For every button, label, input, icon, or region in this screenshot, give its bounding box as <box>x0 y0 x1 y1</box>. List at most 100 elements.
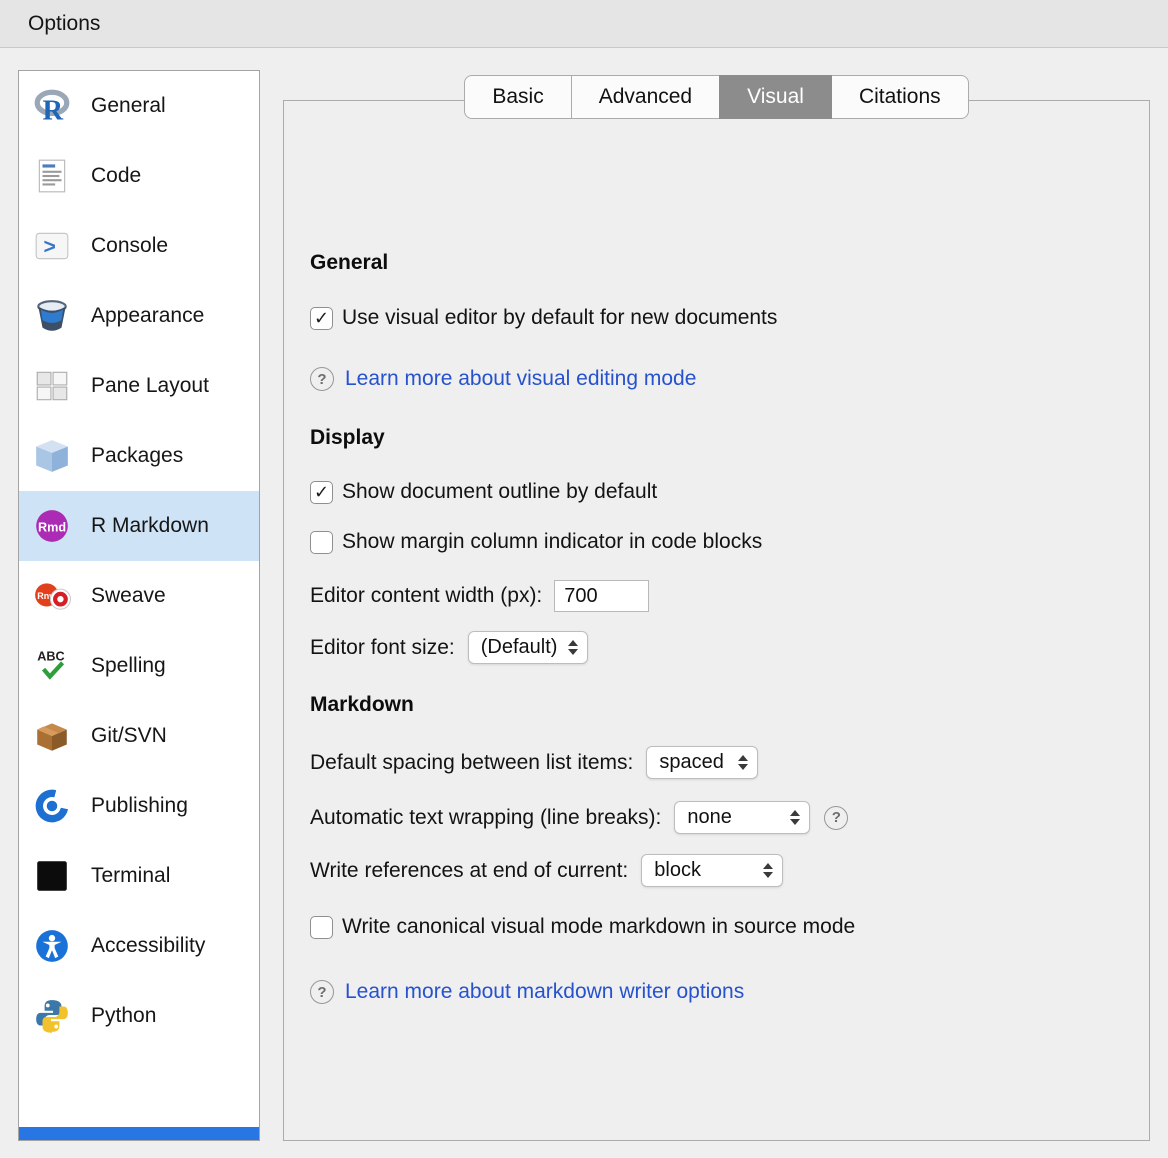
options-dialog: R General Code > Console Appearance <box>0 48 1168 1157</box>
svg-text:R: R <box>43 96 64 125</box>
sidebar-item-spelling[interactable]: ABC Spelling <box>19 631 259 701</box>
section-heading: Display <box>310 426 385 450</box>
sidebar-item-label: Terminal <box>91 864 170 888</box>
tab-citations[interactable]: Citations <box>831 75 969 119</box>
visual-editing-help-row: ? Learn more about visual editing mode <box>310 367 696 391</box>
list-spacing-row: Default spacing between list items: spac… <box>310 746 758 779</box>
sidebar-item-packages[interactable]: Packages <box>19 421 259 491</box>
sidebar-item-git-svn[interactable]: Git/SVN <box>19 701 259 771</box>
sidebar-item-label: Sweave <box>91 584 166 608</box>
sidebar-item-terminal[interactable]: Terminal <box>19 841 259 911</box>
sweave-icon: Rnw <box>32 576 72 616</box>
window-title: Options <box>28 12 100 36</box>
sidebar-item-pane-layout[interactable]: Pane Layout <box>19 351 259 421</box>
console-prompt-icon: > <box>32 226 72 266</box>
stepper-arrows-icon <box>763 863 773 878</box>
options-sidebar: R General Code > Console Appearance <box>18 70 260 1141</box>
sidebar-item-console[interactable]: > Console <box>19 211 259 281</box>
checkbox-label: Show margin column indicator in code blo… <box>342 530 762 554</box>
svg-text:ABC: ABC <box>37 650 64 664</box>
help-icon[interactable]: ? <box>824 806 848 830</box>
sidebar-bottom-highlight <box>19 1127 259 1140</box>
pane-grid-icon <box>32 366 72 406</box>
sidebar-item-label: R Markdown <box>91 514 209 538</box>
text-wrapping-select[interactable]: none <box>674 801 810 834</box>
selected-value: spaced <box>659 751 724 774</box>
accessibility-icon <box>32 926 72 966</box>
learn-visual-editing-link[interactable]: Learn more about visual editing mode <box>345 367 696 391</box>
learn-markdown-writer-link[interactable]: Learn more about markdown writer options <box>345 980 744 1004</box>
use-visual-editor-row: ✓ Use visual editor by default for new d… <box>310 306 777 330</box>
write-references-row: Write references at end of current: bloc… <box>310 854 783 887</box>
field-label: Write references at end of current: <box>310 859 628 883</box>
sidebar-item-r-markdown[interactable]: Rmd R Markdown <box>19 491 259 561</box>
question-glyph: ? <box>832 809 841 826</box>
editor-content-width-input[interactable] <box>554 580 649 612</box>
text-wrapping-row: Automatic text wrapping (line breaks): n… <box>310 801 848 834</box>
sidebar-item-accessibility[interactable]: Accessibility <box>19 911 259 981</box>
stepper-arrows-icon <box>790 810 800 825</box>
sidebar-item-python[interactable]: Python <box>19 981 259 1051</box>
stepper-arrows-icon <box>568 640 578 655</box>
general-section-heading-row: General <box>310 251 388 275</box>
checkbox-label: Use visual editor by default for new doc… <box>342 306 777 330</box>
editor-font-size-select[interactable]: (Default) <box>468 631 588 664</box>
sidebar-item-label: Code <box>91 164 141 188</box>
svg-text:Rmd: Rmd <box>38 520 66 534</box>
sidebar-item-code[interactable]: Code <box>19 141 259 211</box>
sidebar-item-label: Publishing <box>91 794 188 818</box>
checkbox-label: Show document outline by default <box>342 480 657 504</box>
question-glyph: ? <box>317 984 326 1001</box>
sidebar-item-label: Accessibility <box>91 934 205 958</box>
checkbox-label: Write canonical visual mode markdown in … <box>342 915 855 939</box>
help-icon[interactable]: ? <box>310 367 334 391</box>
sidebar-item-label: Packages <box>91 444 183 468</box>
sidebar-item-label: Appearance <box>91 304 204 328</box>
selected-value: (Default) <box>481 636 558 659</box>
display-section-heading-row: Display <box>310 426 385 450</box>
spellcheck-icon: ABC <box>32 646 72 686</box>
selected-value: block <box>654 859 701 882</box>
sidebar-item-label: Git/SVN <box>91 724 167 748</box>
terminal-icon <box>32 856 72 896</box>
editor-font-size-row: Editor font size: (Default) <box>310 631 588 664</box>
sidebar-item-label: Spelling <box>91 654 166 678</box>
field-label: Editor font size: <box>310 636 455 660</box>
tab-basic[interactable]: Basic <box>464 75 571 119</box>
check-icon: ✓ <box>314 309 329 327</box>
field-label: Editor content width (px): <box>310 584 542 608</box>
margin-indicator-checkbox[interactable]: ✓ <box>310 531 333 554</box>
sidebar-item-general[interactable]: R General <box>19 71 259 141</box>
paint-bucket-icon <box>32 296 72 336</box>
sidebar-item-sweave[interactable]: Rnw Sweave <box>19 561 259 631</box>
canonical-markdown-row: ✓ Write canonical visual mode markdown i… <box>310 915 855 939</box>
markdown-writer-help-row: ? Learn more about markdown writer optio… <box>310 980 744 1004</box>
help-icon[interactable]: ? <box>310 980 334 1004</box>
python-icon <box>32 996 72 1036</box>
sidebar-item-appearance[interactable]: Appearance <box>19 281 259 351</box>
margin-indicator-row: ✓ Show margin column indicator in code b… <box>310 530 762 554</box>
section-heading: General <box>310 251 388 275</box>
version-control-box-icon <box>32 716 72 756</box>
document-outline-checkbox[interactable]: ✓ <box>310 481 333 504</box>
sidebar-item-label: General <box>91 94 166 118</box>
editor-content-width-row: Editor content width (px): <box>310 580 649 612</box>
list-spacing-select[interactable]: spaced <box>646 746 758 779</box>
package-cube-icon <box>32 436 72 476</box>
tab-visual[interactable]: Visual <box>719 75 832 119</box>
write-references-select[interactable]: block <box>641 854 783 887</box>
rmarkdown-icon: Rmd <box>32 506 72 546</box>
tab-bar: Basic Advanced Visual Citations <box>283 75 1150 119</box>
visual-settings-panel: General ✓ Use visual editor by default f… <box>283 100 1150 1141</box>
tab-advanced[interactable]: Advanced <box>571 75 720 119</box>
sidebar-item-publishing[interactable]: Publishing <box>19 771 259 841</box>
code-file-icon <box>32 156 72 196</box>
selected-value: none <box>687 806 732 829</box>
document-outline-row: ✓ Show document outline by default <box>310 480 657 504</box>
canonical-markdown-checkbox[interactable]: ✓ <box>310 916 333 939</box>
stepper-arrows-icon <box>738 755 748 770</box>
sidebar-item-label: Console <box>91 234 168 258</box>
markdown-section-heading-row: Markdown <box>310 693 414 717</box>
window-title-bar: Options <box>0 0 1168 48</box>
use-visual-editor-checkbox[interactable]: ✓ <box>310 307 333 330</box>
